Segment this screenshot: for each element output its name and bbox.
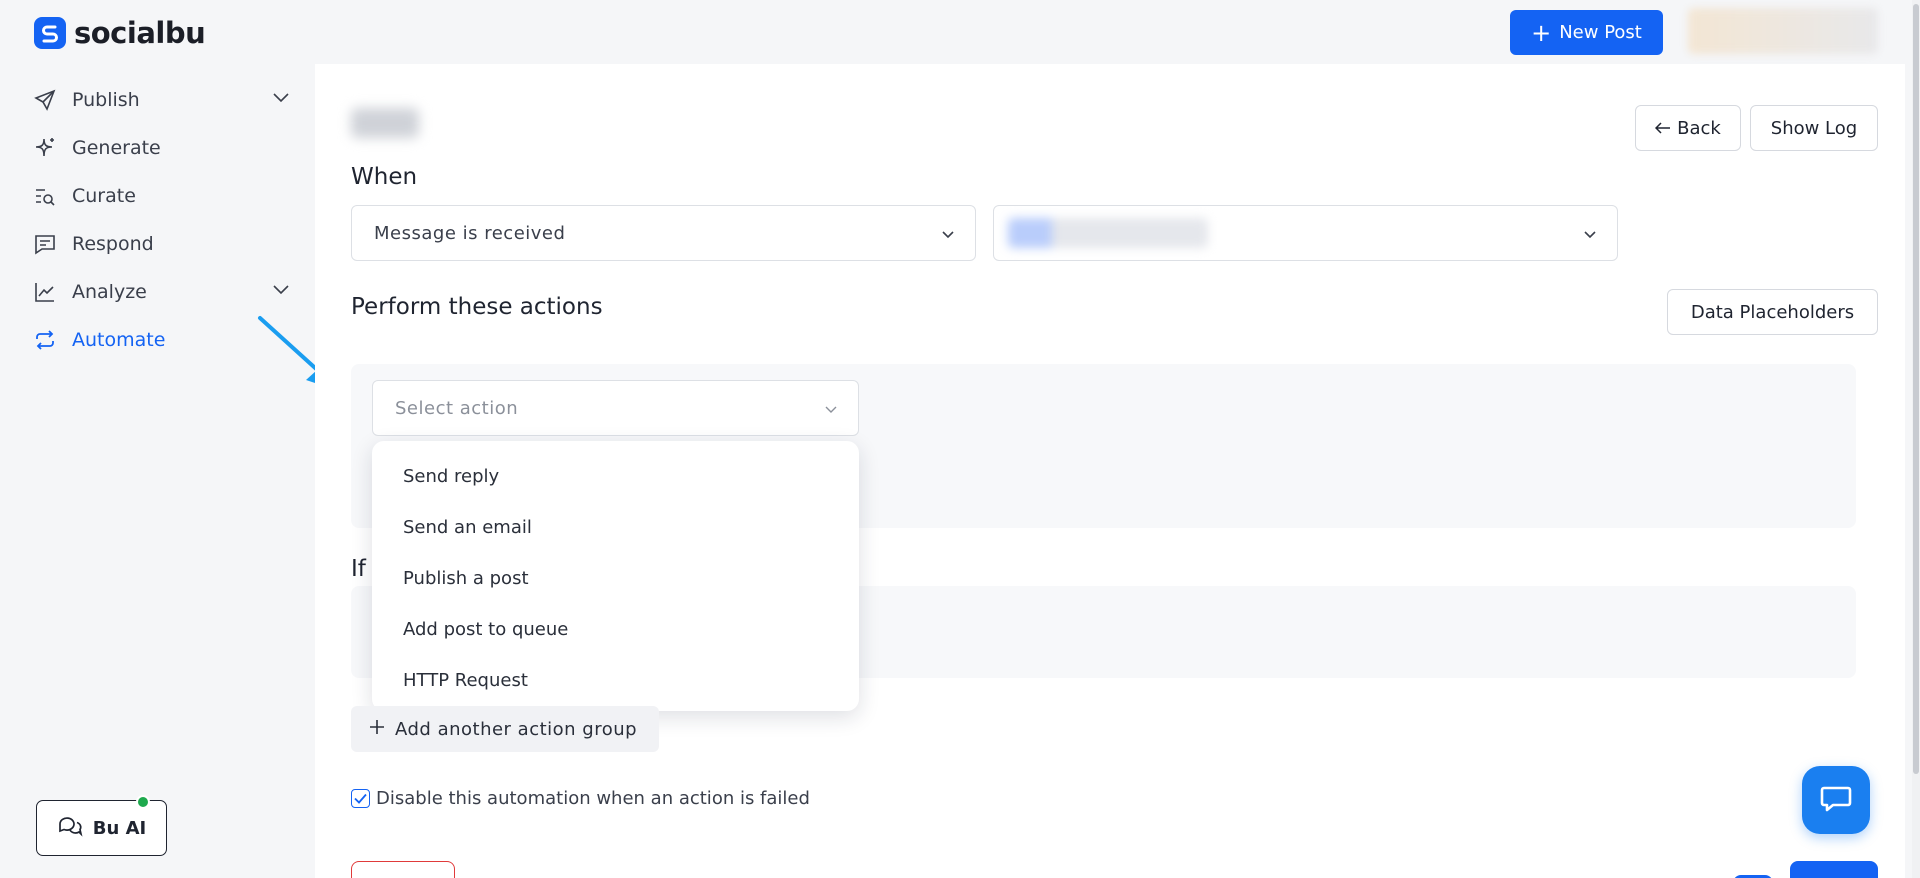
brand-name: socialbu: [74, 16, 206, 50]
sidebar-item-automate[interactable]: Automate: [32, 322, 290, 358]
add-action-group-button[interactable]: Add another action group: [351, 706, 659, 752]
plus-icon: [369, 719, 385, 740]
brand-logo[interactable]: socialbu: [34, 16, 206, 50]
delete-button[interactable]: [351, 861, 455, 878]
message-icon: [32, 231, 58, 257]
bu-ai-label: Bu AI: [92, 817, 147, 839]
user-account-menu[interactable]: [1688, 8, 1878, 54]
show-log-button[interactable]: Show Log: [1750, 105, 1878, 151]
sparkle-icon: [32, 135, 58, 161]
select-action-placeholder: Select action: [395, 397, 519, 419]
top-bar: socialbu + New Post: [0, 0, 1920, 64]
back-label: Back: [1677, 117, 1721, 139]
action-options-menu: Send reply Send an email Publish a post …: [372, 441, 859, 711]
arrow-left-icon: [1655, 118, 1671, 139]
automation-title: [351, 108, 419, 138]
action-option-add-to-queue[interactable]: Add post to queue: [372, 604, 859, 655]
sidebar-item-label: Publish: [72, 89, 140, 111]
sidebar-item-label: Generate: [72, 137, 161, 159]
bu-ai-button[interactable]: Bu AI: [36, 795, 167, 856]
trigger-select-value: Message is received: [374, 222, 566, 244]
when-heading: When: [351, 164, 418, 190]
save-button[interactable]: [1790, 861, 1878, 878]
account-select[interactable]: [993, 205, 1618, 261]
data-placeholders-label: Data Placeholders: [1690, 301, 1855, 323]
chat-icon: [1819, 782, 1853, 818]
sidebar-item-curate[interactable]: Curate: [32, 178, 290, 214]
show-log-label: Show Log: [1770, 117, 1858, 139]
action-option-publish-post[interactable]: Publish a post: [372, 553, 859, 604]
chevron-down-icon[interactable]: [272, 280, 290, 303]
new-post-label: New Post: [1559, 22, 1642, 43]
send-icon: [32, 87, 58, 113]
automation-editor: Back Show Log When Message is received P…: [315, 64, 1905, 878]
add-action-group-label: Add another action group: [395, 718, 638, 740]
page-scrollbar-thumb[interactable]: [1913, 4, 1919, 774]
plus-icon: +: [1531, 18, 1552, 47]
sidebar-item-respond[interactable]: Respond: [32, 226, 290, 262]
sidebar-item-label: Automate: [72, 329, 166, 351]
action-option-send-email[interactable]: Send an email: [372, 502, 859, 553]
socialbu-logo-icon: [34, 17, 66, 49]
new-post-button[interactable]: + New Post: [1510, 10, 1663, 55]
chevron-down-icon: [941, 226, 955, 247]
sidebar-item-generate[interactable]: Generate: [32, 130, 290, 166]
sidebar-item-label: Curate: [72, 185, 136, 207]
sidebar-item-analyze[interactable]: Analyze: [32, 274, 290, 310]
repeat-icon: [32, 327, 58, 353]
disable-on-failure-option: Disable this automation when an action i…: [351, 788, 810, 809]
sidebar-item-label: Analyze: [72, 281, 147, 303]
data-placeholders-button[interactable]: Data Placeholders: [1667, 289, 1878, 335]
action-option-http-request[interactable]: HTTP Request: [372, 655, 859, 706]
sidebar-item-label: Respond: [72, 233, 154, 255]
chat-bubbles-icon: [57, 814, 83, 843]
online-status-dot: [136, 795, 150, 809]
select-action-dropdown[interactable]: Select action: [372, 380, 859, 436]
support-chat-button[interactable]: [1802, 766, 1870, 834]
disable-on-failure-checkbox[interactable]: [351, 789, 370, 808]
chevron-down-icon[interactable]: [272, 88, 290, 111]
chevron-down-icon: [824, 401, 838, 422]
sidebar: Publish Generate Curate Respond Analyze: [0, 64, 315, 878]
selected-account: [1008, 218, 1208, 248]
disable-on-failure-label: Disable this automation when an action i…: [376, 788, 810, 809]
chevron-down-icon: [1583, 226, 1597, 247]
action-option-send-reply[interactable]: Send reply: [372, 451, 859, 502]
sidebar-item-publish[interactable]: Publish: [32, 82, 290, 118]
curate-search-icon: [32, 183, 58, 209]
trigger-select[interactable]: Message is received: [351, 205, 976, 261]
back-button[interactable]: Back: [1635, 105, 1741, 151]
perform-actions-heading: Perform these actions: [351, 294, 603, 320]
if-heading: If: [351, 556, 366, 582]
chart-icon: [32, 279, 58, 305]
